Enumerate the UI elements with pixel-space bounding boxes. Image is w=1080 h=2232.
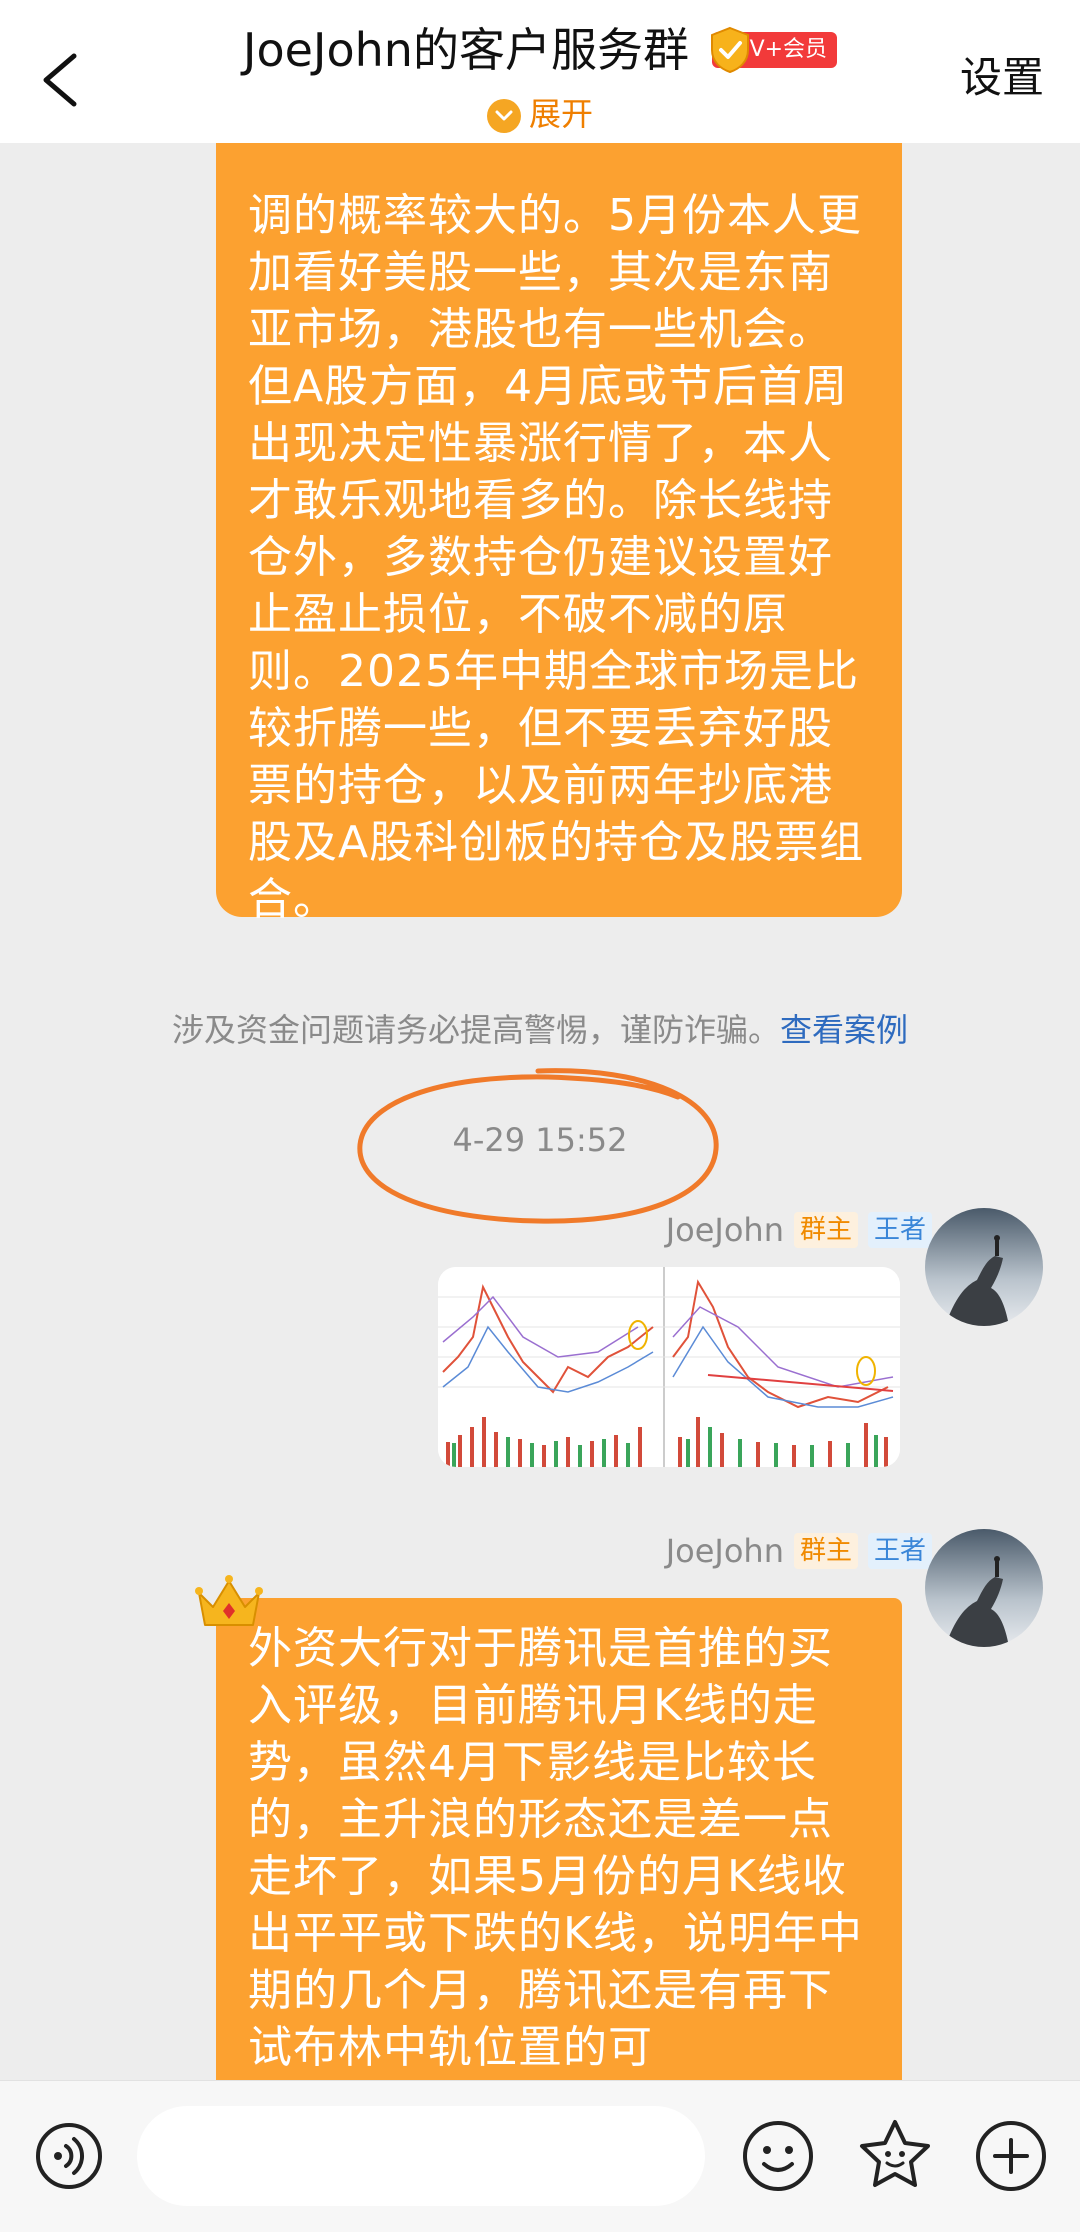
- fraud-notice: 涉及资金问题请务必提高警惕，谨防诈骗。查看案例: [0, 1008, 1080, 1052]
- voice-button[interactable]: [34, 2121, 104, 2191]
- vip-label: V+会员: [749, 36, 828, 62]
- more-button[interactable]: [973, 2118, 1049, 2194]
- avatar[interactable]: [925, 1529, 1043, 1647]
- chat-header: JoeJohn的客户服务群 V+会员 展开 设置: [0, 0, 1080, 143]
- voice-icon: [36, 2123, 102, 2189]
- settings-button[interactable]: 设置: [960, 46, 1044, 110]
- message-bubble[interactable]: 调的概率较大的。5月份本人更加看好美股一些，其次是东南亚市场，港股也有一些机会。…: [216, 143, 902, 925]
- chat-area[interactable]: 调的概率较大的。5月份本人更加看好美股一些，其次是东南亚市场，港股也有一些机会。…: [0, 143, 1080, 2080]
- group-title[interactable]: JoeJohn的客户服务群: [243, 18, 689, 82]
- notice-text: 涉及资金问题请务必提高警惕，谨防诈骗。: [171, 1011, 780, 1049]
- king-tag: 王者: [867, 1533, 932, 1569]
- message-input[interactable]: [137, 2106, 705, 2206]
- sender-name[interactable]: JoeJohn: [666, 1529, 784, 1573]
- sticker-icon: [860, 2120, 930, 2187]
- plus-icon: [976, 2121, 1046, 2191]
- crown-icon: [195, 1575, 263, 1626]
- owner-tag: 群主: [793, 1533, 858, 1569]
- expand-label: 展开: [528, 95, 593, 133]
- owner-tag: 群主: [793, 1212, 858, 1248]
- emoji-icon: [743, 2121, 813, 2191]
- sender-row: JoeJohn 群主 王者: [666, 1529, 932, 1573]
- sender-row: JoeJohn 群主 王者: [666, 1208, 932, 1252]
- message-text: 调的概率较大的。5月份本人更加看好美股一些，其次是东南亚市场，港股也有一些机会。…: [248, 190, 865, 925]
- stock-chart-thumbnail: [438, 1267, 900, 1467]
- expand-chevron-icon: [486, 99, 521, 133]
- emoji-button[interactable]: [740, 2118, 816, 2194]
- vip-shield-icon: [710, 26, 749, 73]
- sender-name[interactable]: JoeJohn: [666, 1208, 784, 1252]
- input-bar: [0, 2080, 1080, 2232]
- avatar-image: [925, 1208, 1043, 1326]
- title-row: JoeJohn的客户服务群 V+会员: [0, 14, 1080, 82]
- sticker-button[interactable]: [855, 2116, 935, 2196]
- avatar[interactable]: [925, 1208, 1043, 1326]
- avatar-image: [925, 1529, 1043, 1647]
- chart-image-message[interactable]: [438, 1267, 900, 1467]
- expand-toggle[interactable]: 展开: [0, 92, 1080, 136]
- timestamp: 4-29 15:52: [452, 1121, 628, 1159]
- king-tag: 王者: [867, 1212, 932, 1248]
- view-cases-link[interactable]: 查看案例: [780, 1011, 908, 1049]
- message-text: 外资大行对于腾讯是首推的买入评级，目前腾讯月K线的走势，虽然4月下影线是比较长的…: [248, 1623, 863, 2073]
- message-bubble[interactable]: 外资大行对于腾讯是首推的买入评级，目前腾讯月K线的走势，虽然4月下影线是比较长的…: [216, 1598, 902, 2080]
- vip-badge[interactable]: V+会员: [710, 26, 838, 73]
